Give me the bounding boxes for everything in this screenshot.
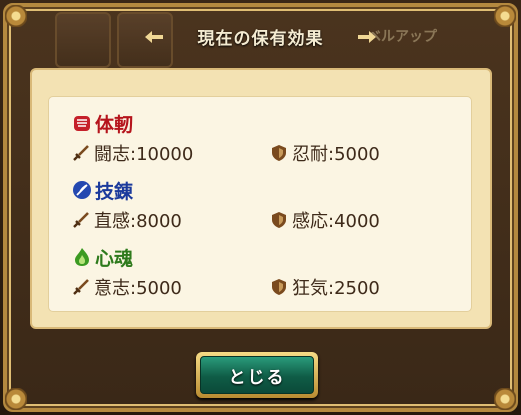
stat-item: 意志:5000 bbox=[72, 276, 182, 299]
sword-icon bbox=[73, 212, 89, 228]
sword-icon bbox=[73, 279, 89, 295]
feather-icon bbox=[73, 181, 91, 199]
flame-icon bbox=[75, 248, 89, 266]
stat-item: 狂気:2500 bbox=[270, 276, 380, 299]
shield-icon bbox=[272, 145, 286, 161]
category-header: 体軔 bbox=[72, 110, 133, 136]
category-name: 体軔 bbox=[95, 113, 134, 136]
stat-item: 直感:8000 bbox=[72, 209, 182, 232]
title-ornament-icon bbox=[358, 31, 376, 43]
stat-label: 感応:4000 bbox=[292, 211, 380, 232]
shield-icon bbox=[272, 212, 286, 228]
category-header: 心魂 bbox=[72, 244, 133, 270]
sword-icon bbox=[73, 145, 89, 161]
stat-item: 感応:4000 bbox=[270, 209, 380, 232]
fist-icon bbox=[74, 116, 90, 131]
stat-item: 忍耐:5000 bbox=[270, 142, 380, 165]
shield-icon bbox=[272, 279, 286, 295]
stat-item: 闘志:10000 bbox=[72, 142, 194, 165]
close-button-frame: とじる bbox=[196, 352, 318, 398]
stat-label: 忍耐:5000 bbox=[292, 144, 380, 165]
frame-corner-ornament bbox=[5, 388, 27, 410]
title-ornament-icon bbox=[145, 31, 163, 43]
close-button[interactable]: とじる bbox=[200, 356, 314, 394]
category-name: 技錬 bbox=[95, 180, 134, 203]
dialog-title: 現在の保有効果 bbox=[197, 29, 324, 49]
stat-label: 闘志:10000 bbox=[94, 144, 194, 165]
category-header: 技錬 bbox=[72, 177, 133, 203]
stat-label: 狂気:2500 bbox=[292, 278, 380, 299]
stat-label: 直感:8000 bbox=[94, 211, 182, 232]
stat-label: 意志:5000 bbox=[94, 278, 182, 299]
frame-corner-ornament bbox=[494, 388, 516, 410]
category-name: 心魂 bbox=[95, 247, 134, 270]
dialog-header: 現在の保有効果 bbox=[0, 18, 521, 54]
